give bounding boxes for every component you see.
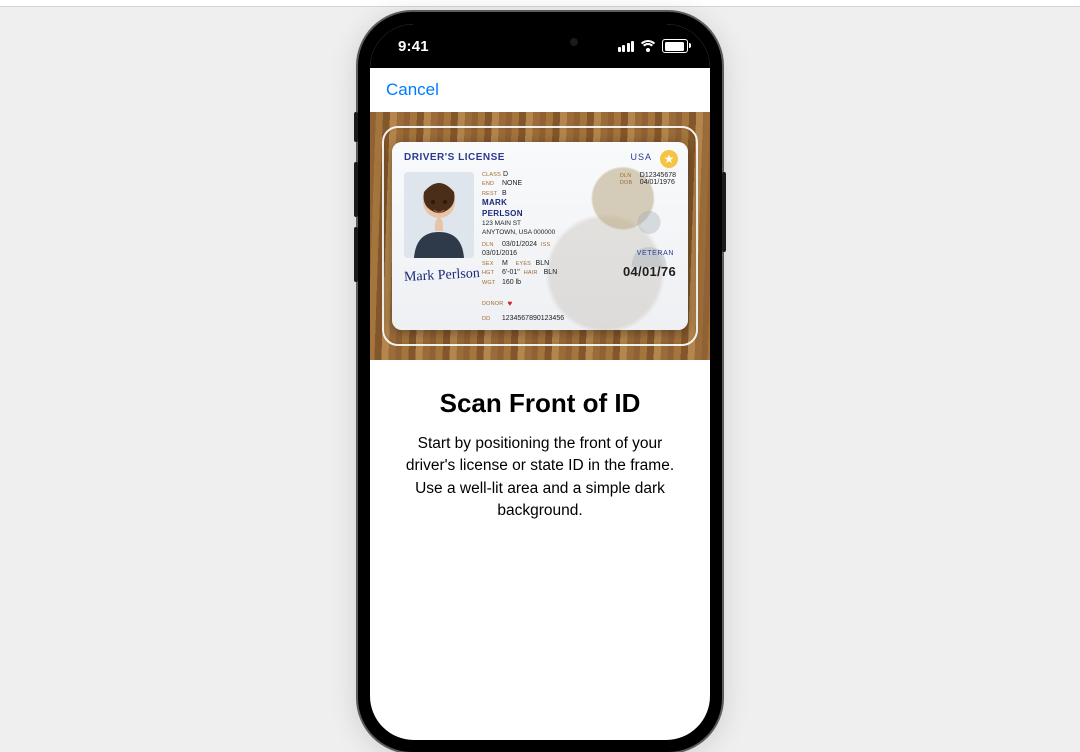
drivers-license-card: DRIVER'S LICENSE USA ★ (392, 142, 688, 330)
battery-icon (662, 39, 688, 53)
license-fields: CLASS D END NONE REST B MARK PERLSON 123… (482, 170, 614, 237)
cancel-button[interactable]: Cancel (386, 80, 439, 100)
status-bar: 9:41 (370, 24, 710, 68)
status-time: 9:41 (398, 38, 429, 55)
license-big-dob: 04/01/76 (623, 264, 676, 279)
front-camera-dot (570, 38, 578, 46)
license-lower-fields: DLN 03/01/2024 ISS 03/01/2016 SEX M EYES… (482, 240, 588, 287)
heart-icon: ♥ (507, 299, 512, 308)
page-topbar (0, 0, 1080, 7)
page-title: Scan Front of ID (370, 388, 710, 419)
license-veteran: VETERAN (637, 250, 674, 257)
camera-scan-area[interactable]: DRIVER'S LICENSE USA ★ (370, 112, 710, 360)
phone-volume-down (354, 227, 358, 282)
page-body: Start by positioning the front of your d… (370, 433, 710, 523)
license-donor: DONOR♥ (482, 299, 512, 308)
phone-volume-up (354, 162, 358, 217)
license-ghost-photo (622, 200, 676, 268)
license-photo (404, 172, 474, 258)
cellular-signal-icon (618, 41, 635, 52)
license-right-column: DLN D12345678 DOB 04/01/1976 (620, 172, 676, 186)
real-id-star-icon: ★ (660, 150, 678, 168)
phone-power-button (722, 172, 726, 252)
license-dd: DD 1234567890123456 (482, 315, 564, 322)
phone-device-frame: 9:41 Cancel DRIVER'S LICENSE USA ★ (358, 12, 722, 752)
phone-mute-switch (354, 112, 358, 142)
wifi-icon (640, 40, 656, 52)
nav-bar: Cancel (370, 68, 710, 112)
license-country: USA (630, 152, 652, 162)
phone-screen: 9:41 Cancel DRIVER'S LICENSE USA ★ (370, 24, 710, 740)
